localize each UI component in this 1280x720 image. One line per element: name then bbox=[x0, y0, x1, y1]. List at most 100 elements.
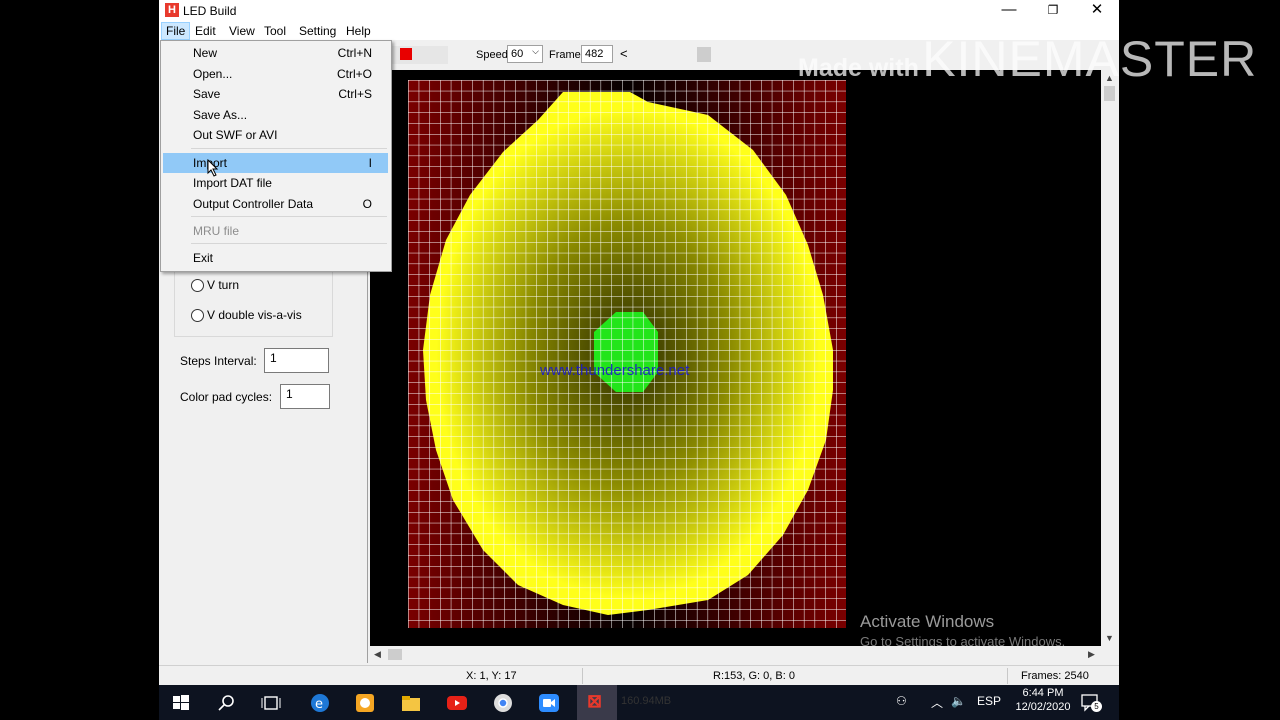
kinemaster-made-with: Made with bbox=[798, 54, 919, 82]
horizontal-scroll-thumb[interactable] bbox=[388, 649, 402, 660]
status-rgb: R:153, G: 0, B: 0 bbox=[713, 670, 795, 682]
menu-separator bbox=[191, 243, 387, 244]
menu-item-label: Exit bbox=[193, 251, 214, 265]
menu-item-shortcut: O bbox=[362, 197, 372, 211]
menu-item-import-dat[interactable]: Import DAT file bbox=[163, 173, 388, 193]
volume-icon[interactable]: 🔈 bbox=[951, 694, 966, 708]
status-bar: X: 1, Y: 17 R:153, G: 0, B: 0 Frames: 25… bbox=[159, 665, 1119, 686]
menu-item-new[interactable]: New Ctrl+N bbox=[163, 43, 388, 63]
menu-item-mru-file: MRU file bbox=[163, 221, 388, 241]
minimize-button[interactable]: — bbox=[987, 0, 1031, 22]
menu-setting[interactable]: Setting bbox=[295, 22, 340, 40]
menu-item-output-controller[interactable]: Output Controller Data O bbox=[163, 194, 388, 214]
tray-chevron-up-icon[interactable]: ︿ bbox=[931, 694, 943, 711]
menu-item-open[interactable]: Open... Ctrl+O bbox=[163, 64, 388, 84]
steps-interval-input[interactable]: 1 bbox=[264, 348, 329, 373]
vertical-scrollbar[interactable]: ▲ ▼ bbox=[1101, 70, 1118, 646]
menu-item-save[interactable]: Save Ctrl+S bbox=[163, 84, 388, 104]
menu-item-exit[interactable]: Exit bbox=[163, 248, 388, 268]
scroll-left-arrow-icon[interactable]: ◀ bbox=[374, 649, 381, 660]
menu-item-import[interactable]: Import I bbox=[163, 153, 388, 173]
frame-label: Frame: bbox=[549, 49, 584, 61]
menu-tool[interactable]: Tool bbox=[260, 22, 290, 40]
menu-item-label: Save bbox=[193, 87, 221, 101]
menu-item-save-as[interactable]: Save As... bbox=[163, 105, 388, 125]
menu-separator bbox=[191, 216, 387, 217]
youtube-icon[interactable] bbox=[445, 691, 469, 715]
speed-select[interactable]: 60 ⌵ bbox=[507, 45, 543, 63]
menu-item-out-swf[interactable]: Out SWF or AVI bbox=[163, 125, 388, 145]
menu-item-label: MRU file bbox=[193, 224, 240, 238]
clock-date: 12/02/2020 bbox=[1015, 701, 1071, 713]
menu-file[interactable]: File bbox=[161, 22, 191, 40]
windows-start-icon[interactable] bbox=[169, 691, 193, 715]
ghost-memory-text: 160.94MB bbox=[621, 695, 672, 707]
color-pad-cycles-input[interactable]: 1 bbox=[280, 384, 330, 409]
canvas-area[interactable]: www.thundershare.net Activate Windows Go… bbox=[370, 70, 1101, 649]
frame-input[interactable]: 482 bbox=[581, 45, 613, 63]
app-logo-icon: H bbox=[165, 3, 179, 17]
input-language[interactable]: ESP bbox=[977, 694, 1001, 708]
menu-item-label: Open... bbox=[193, 67, 233, 81]
menu-separator bbox=[191, 148, 387, 149]
mouse-cursor-icon bbox=[207, 159, 219, 177]
menu-item-label: Out SWF or AVI bbox=[193, 128, 278, 142]
menu-item-label: Import DAT file bbox=[193, 176, 272, 190]
status-frames: Frames: 2540 bbox=[1021, 670, 1089, 682]
chrome-icon[interactable] bbox=[491, 691, 515, 715]
frame-slider-thumb[interactable] bbox=[697, 47, 711, 62]
menu-item-label: New bbox=[193, 46, 218, 60]
radio-button-icon[interactable] bbox=[191, 279, 204, 292]
kinemaster-watermark: Made with KINEMASTER bbox=[798, 30, 1257, 88]
activate-windows-title: Activate Windows bbox=[860, 612, 995, 631]
color-pad-cycles-label: Color pad cycles: bbox=[180, 390, 273, 404]
search-icon[interactable] bbox=[215, 691, 239, 715]
option-label: V turn bbox=[207, 278, 240, 292]
menu-item-shortcut: Ctrl+S bbox=[338, 87, 372, 101]
people-icon[interactable]: ⚇ bbox=[896, 694, 907, 708]
led-grid-lines bbox=[408, 80, 846, 628]
frame-prev-arrow-icon[interactable]: < bbox=[620, 46, 628, 61]
speed-label: Speed: bbox=[476, 49, 511, 61]
chevron-down-icon: ⌵ bbox=[532, 46, 539, 56]
menu-item-label: Save As... bbox=[193, 108, 248, 122]
horizontal-scrollbar[interactable]: ◀ ▶ bbox=[370, 646, 1101, 663]
status-divider bbox=[582, 668, 583, 684]
taskbar: e ⊠ 160.94MB ⚇ ︿ 🔈 ESP 6:44 PM 12/02/202… bbox=[159, 685, 1119, 720]
window-title: LED Build bbox=[183, 4, 237, 18]
speed-value: 60 bbox=[511, 48, 524, 60]
menu-item-label: Output Controller Data bbox=[193, 197, 314, 211]
scroll-down-arrow-icon[interactable]: ▼ bbox=[1105, 633, 1114, 643]
zoom-app-icon[interactable] bbox=[537, 691, 561, 715]
led-build-taskbar-icon: ⊠ bbox=[587, 691, 603, 711]
vertical-scroll-thumb[interactable] bbox=[1104, 86, 1115, 101]
menu-view[interactable]: View bbox=[225, 22, 259, 40]
steps-interval-label: Steps Interval: bbox=[180, 354, 257, 368]
menu-item-shortcut: Ctrl+N bbox=[337, 46, 372, 60]
task-view-icon[interactable] bbox=[259, 691, 283, 715]
led-matrix[interactable] bbox=[408, 80, 846, 628]
edge-browser-icon[interactable]: e bbox=[308, 691, 332, 715]
active-app-highlight[interactable]: ⊠ bbox=[577, 685, 617, 720]
title-bar: H LED Build — ❐ ✕ bbox=[159, 0, 1119, 22]
menu-item-shortcut: Ctrl+O bbox=[336, 67, 372, 81]
menu-edit[interactable]: Edit bbox=[191, 22, 220, 40]
status-divider bbox=[1007, 668, 1008, 684]
file-menu-dropdown: New Ctrl+N Open... Ctrl+O Save Ctrl+S Sa… bbox=[160, 40, 392, 272]
radio-button-icon[interactable] bbox=[191, 309, 204, 322]
paint-app-icon[interactable] bbox=[353, 691, 377, 715]
svg-text:e: e bbox=[315, 697, 323, 712]
watermark-url: www.thundershare.net bbox=[540, 362, 690, 379]
file-explorer-icon[interactable] bbox=[399, 691, 423, 715]
clock-time: 6:44 PM bbox=[1022, 687, 1064, 699]
menu-help[interactable]: Help bbox=[342, 22, 375, 40]
scroll-right-arrow-icon[interactable]: ▶ bbox=[1088, 649, 1095, 660]
menu-item-shortcut: I bbox=[368, 156, 372, 170]
restore-button[interactable]: ❐ bbox=[1031, 0, 1075, 22]
close-button[interactable]: ✕ bbox=[1075, 0, 1119, 22]
kinemaster-brand: KINEMASTER bbox=[922, 31, 1258, 87]
clock[interactable]: 6:44 PM 12/02/2020 bbox=[1009, 687, 1077, 713]
notification-count-badge: 5 bbox=[1091, 701, 1102, 712]
notifications-button[interactable]: 5 bbox=[1079, 691, 1102, 713]
color-swatch[interactable] bbox=[400, 48, 412, 60]
